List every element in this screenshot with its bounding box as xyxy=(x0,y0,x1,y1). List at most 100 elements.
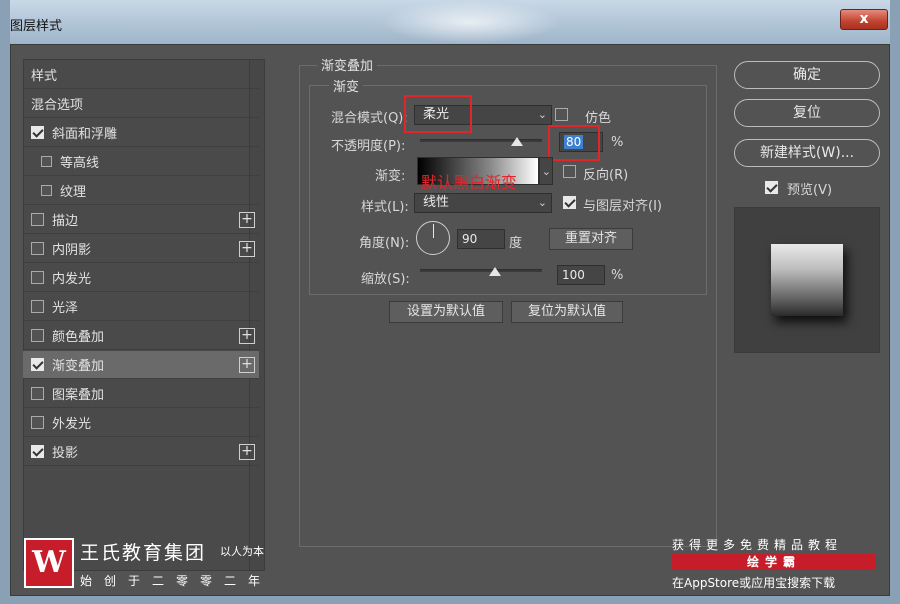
style-item[interactable]: 光泽 xyxy=(23,293,259,321)
style-item-checkbox[interactable] xyxy=(31,416,44,429)
style-item[interactable]: 等高线 xyxy=(23,148,259,176)
preview-swatch xyxy=(771,244,843,316)
preview-label: 预览(V) xyxy=(787,183,833,198)
scale-unit: % xyxy=(611,268,624,283)
style-item-label: 外发光 xyxy=(52,417,92,432)
brand-since: 始创于二零零二年 xyxy=(80,574,273,588)
style-item[interactable]: 投影 + xyxy=(23,438,259,466)
style-item[interactable]: 斜面和浮雕 xyxy=(23,119,259,147)
style-item[interactable]: 外发光 xyxy=(23,409,259,437)
style-item-checkbox[interactable] xyxy=(31,300,44,313)
angle-input[interactable]: 90 xyxy=(457,229,505,249)
style-item-checkbox[interactable] xyxy=(41,156,52,167)
style-label: 样式(L): xyxy=(361,200,409,215)
dither-checkbox[interactable] xyxy=(555,108,568,121)
subsection-title: 渐变 xyxy=(329,76,364,95)
gradient-label: 渐变: xyxy=(375,169,406,184)
watermark-left: W 王氏教育集团 以人为本 始创于二零零二年 xyxy=(24,538,276,594)
style-item-label: 描边 xyxy=(52,214,79,229)
reverse-checkbox[interactable] xyxy=(563,165,576,178)
highlight-opacity xyxy=(548,125,600,161)
reset-default-button[interactable]: 复位为默认值 xyxy=(511,301,623,323)
brand-logo: W xyxy=(24,538,74,588)
window-frame-left xyxy=(0,0,10,604)
opacity-slider-track[interactable] xyxy=(420,139,542,142)
style-item[interactable]: 样式 xyxy=(23,61,259,89)
add-style-icon[interactable]: + xyxy=(239,240,255,257)
promo-line-3: 在AppStore或应用宝搜索下载 xyxy=(672,576,836,590)
opacity-slider-thumb[interactable] xyxy=(511,137,523,146)
style-item-label: 内阴影 xyxy=(52,243,92,258)
style-item[interactable]: 内阴影 + xyxy=(23,235,259,263)
style-item-label: 斜面和浮雕 xyxy=(52,127,118,142)
gradient-annotation: 默认黑白渐变 xyxy=(421,173,518,192)
new-style-button[interactable]: 新建样式(W)... xyxy=(734,139,880,167)
set-default-button[interactable]: 设置为默认值 xyxy=(389,301,503,323)
style-item-label: 混合选项 xyxy=(31,98,84,113)
scale-slider-thumb[interactable] xyxy=(489,267,501,276)
window-title: 图层样式 xyxy=(10,19,63,34)
style-item-label: 图案叠加 xyxy=(52,388,105,403)
blend-mode-label: 混合模式(Q): xyxy=(331,111,408,126)
opacity-label: 不透明度(P): xyxy=(331,139,406,154)
style-item-checkbox[interactable] xyxy=(31,358,44,371)
window-frame-bottom xyxy=(0,596,900,604)
reset-button[interactable]: 复位 xyxy=(734,99,880,127)
style-item-checkbox[interactable] xyxy=(31,445,44,458)
scale-input[interactable]: 100 xyxy=(557,265,605,285)
close-button[interactable]: x xyxy=(840,9,888,30)
window-frame-right xyxy=(890,0,900,604)
style-item[interactable]: 内发光 xyxy=(23,264,259,292)
style-item[interactable]: 图案叠加 xyxy=(23,380,259,408)
angle-dial[interactable] xyxy=(416,221,450,255)
add-style-icon[interactable]: + xyxy=(239,211,255,228)
align-with-layer-checkbox[interactable] xyxy=(563,196,576,209)
style-item-label: 投影 xyxy=(52,446,79,461)
style-item-checkbox[interactable] xyxy=(31,213,44,226)
brand-name: 王氏教育集团 xyxy=(80,542,207,564)
style-item-checkbox[interactable] xyxy=(31,271,44,284)
promo-line-1: 获得更多免费精品教程 xyxy=(672,538,843,552)
dither-label: 仿色 xyxy=(585,111,612,126)
title-bar: 图层样式 x xyxy=(0,0,900,44)
style-item[interactable]: 混合选项 xyxy=(23,90,259,118)
style-item-label: 光泽 xyxy=(52,301,79,316)
style-select[interactable]: 线性 ⌄ xyxy=(414,193,552,213)
style-item-label: 渐变叠加 xyxy=(52,359,105,374)
scale-label: 缩放(S): xyxy=(361,272,410,287)
style-item[interactable]: 颜色叠加 + xyxy=(23,322,259,350)
style-item-checkbox[interactable] xyxy=(31,242,44,255)
watermark-right: 获得更多免费精品教程 绘学霸 在AppStore或应用宝搜索下载 xyxy=(672,536,878,592)
preview-checkbox[interactable] xyxy=(765,181,778,194)
scale-slider-track[interactable] xyxy=(420,269,542,272)
style-item-label: 等高线 xyxy=(60,156,100,171)
style-item-checkbox[interactable] xyxy=(41,185,52,196)
chevron-down-icon: ⌄ xyxy=(541,165,551,178)
reset-alignment-button[interactable]: 重置对齐 xyxy=(549,228,633,250)
angle-unit: 度 xyxy=(509,236,523,251)
style-item-checkbox[interactable] xyxy=(31,387,44,400)
gradient-dropdown[interactable]: ⌄ xyxy=(539,157,553,185)
promo-app-name: 绘学霸 xyxy=(672,554,876,570)
style-item[interactable]: 描边 + xyxy=(23,206,259,234)
brand-slogan: 以人为本 xyxy=(220,545,264,558)
align-with-layer-label: 与图层对齐(I) xyxy=(583,199,662,214)
reverse-label: 反向(R) xyxy=(583,168,629,183)
style-item[interactable]: 渐变叠加 + xyxy=(23,351,259,379)
style-item[interactable]: 纹理 xyxy=(23,177,259,205)
style-item-label: 纹理 xyxy=(60,185,87,200)
style-preview xyxy=(734,207,880,353)
add-style-icon[interactable]: + xyxy=(239,356,255,373)
chevron-down-icon: ⌄ xyxy=(537,196,547,209)
chevron-down-icon: ⌄ xyxy=(537,108,547,121)
opacity-unit: % xyxy=(611,135,624,150)
style-item-label: 颜色叠加 xyxy=(52,330,105,345)
ok-button[interactable]: 确定 xyxy=(734,61,880,89)
style-item-label: 内发光 xyxy=(52,272,92,287)
angle-label: 角度(N): xyxy=(359,236,410,251)
add-style-icon[interactable]: + xyxy=(239,443,255,460)
style-item-checkbox[interactable] xyxy=(31,126,44,139)
style-value: 线性 xyxy=(423,195,450,210)
add-style-icon[interactable]: + xyxy=(239,327,255,344)
style-item-checkbox[interactable] xyxy=(31,329,44,342)
